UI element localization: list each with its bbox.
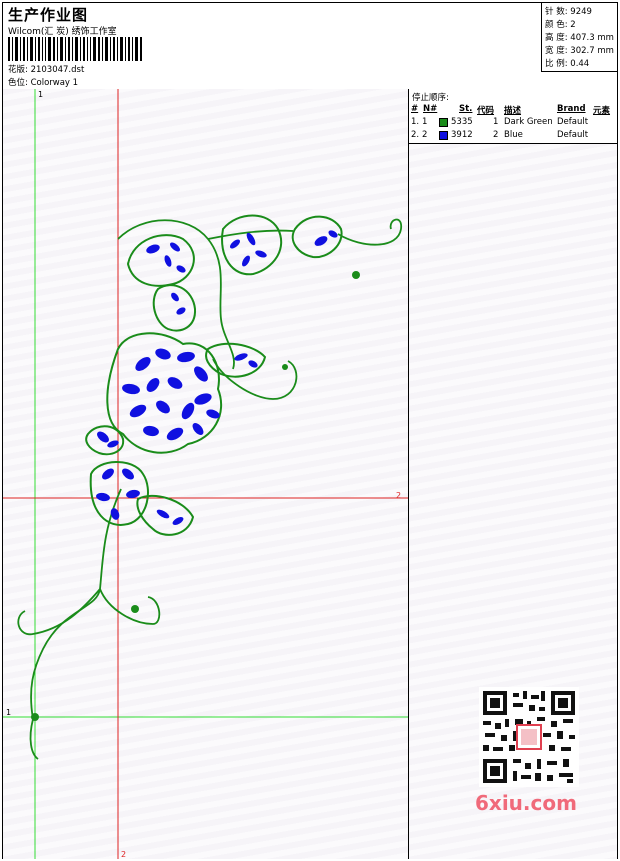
col-header-description: 描述 bbox=[504, 106, 522, 116]
col-header-element: 元素 bbox=[593, 106, 611, 116]
vine-stems bbox=[17, 218, 402, 760]
row-description: Blue bbox=[504, 130, 523, 140]
col-header-needle: N# bbox=[423, 104, 438, 114]
company-name: Wilcom(汇 炭) 绣饰工作室 bbox=[8, 27, 117, 37]
color-swatch-green bbox=[439, 118, 448, 127]
pattern-line: 花版: 2103047.dst bbox=[8, 63, 84, 75]
stat-scale: 比 例: 0.44 bbox=[545, 57, 589, 69]
stop-sequence-title: 停止顺序: bbox=[412, 93, 449, 103]
guide-label-red-right: 2 bbox=[396, 491, 401, 500]
stat-label: 针 数: bbox=[545, 7, 568, 17]
row-code: 2 bbox=[493, 130, 499, 140]
guide-label-red-bottom: 2 bbox=[121, 850, 126, 859]
qr-code-icon bbox=[479, 687, 579, 787]
row-stitches: 3912 bbox=[451, 130, 473, 140]
row-brand: Default bbox=[557, 117, 589, 127]
guide-label-green-top: 1 bbox=[38, 90, 43, 99]
stat-label: 颜 色: bbox=[545, 20, 568, 30]
col-header-code: 代码 bbox=[477, 106, 495, 116]
colorway-value: Colorway 1 bbox=[30, 78, 79, 88]
row-index: 2. bbox=[411, 130, 420, 140]
worksheet-header: 生产作业图 Wilcom(汇 炭) 绣饰工作室 花版: 2103047.dst … bbox=[3, 3, 618, 90]
stat-value: 2 bbox=[570, 20, 576, 30]
col-header-brand: Brand bbox=[557, 104, 586, 114]
watermark: 6xiu.com bbox=[471, 683, 587, 821]
col-header-index: # bbox=[411, 104, 419, 114]
stop-sequence-table: 停止顺序: # N# St. 代码 描述 Brand 元素 1. 1 5335 … bbox=[409, 89, 617, 144]
watermark-text: 6xiu.com bbox=[475, 791, 577, 815]
page-title: 生产作业图 bbox=[8, 6, 89, 24]
stat-value: 0.44 bbox=[570, 59, 590, 69]
row-needle: 1 bbox=[422, 117, 428, 127]
col-header-stitches: St. bbox=[459, 104, 473, 114]
row-index: 1. bbox=[411, 117, 420, 127]
barcode bbox=[8, 37, 142, 61]
row-stitches: 5335 bbox=[451, 117, 473, 127]
stat-height: 高 度: 407.3 mm bbox=[545, 31, 614, 43]
embroidery-design: 1 1 2 2 bbox=[3, 89, 408, 859]
production-worksheet: 生产作业图 Wilcom(汇 炭) 绣饰工作室 花版: 2103047.dst … bbox=[2, 2, 618, 859]
green-leaves bbox=[85, 214, 343, 536]
row-brand: Default bbox=[557, 130, 589, 140]
stat-label: 比 例: bbox=[545, 59, 568, 69]
stat-label: 高 度: bbox=[545, 33, 568, 43]
green-dots bbox=[31, 271, 360, 721]
guide-label-green-left: 1 bbox=[6, 708, 11, 717]
stat-value: 302.7 mm bbox=[570, 46, 614, 56]
embroidery-design-area: 1 1 2 2 bbox=[3, 89, 409, 859]
pattern-label: 花版: bbox=[8, 65, 28, 75]
row-needle: 2 bbox=[422, 130, 428, 140]
row-code: 1 bbox=[493, 117, 499, 127]
colorway-line: 色位: Colorway 1 bbox=[8, 76, 78, 88]
stat-stitches: 针 数: 9249 bbox=[545, 5, 592, 17]
stat-value: 407.3 mm bbox=[570, 33, 614, 43]
stat-colors: 颜 色: 2 bbox=[545, 18, 576, 30]
stat-value: 9249 bbox=[570, 7, 592, 17]
stat-label: 宽 度: bbox=[545, 46, 568, 56]
stats-box: 针 数: 9249 颜 色: 2 高 度: 407.3 mm 宽 度: 302.… bbox=[541, 3, 618, 72]
row-description: Dark Green bbox=[504, 117, 553, 127]
pattern-value: 2103047.dst bbox=[30, 65, 85, 75]
header-info: 生产作业图 Wilcom(汇 炭) 绣饰工作室 花版: 2103047.dst … bbox=[3, 3, 541, 89]
stat-width: 宽 度: 302.7 mm bbox=[545, 44, 614, 56]
color-swatch-blue bbox=[439, 131, 448, 140]
colorway-label: 色位: bbox=[8, 78, 28, 88]
